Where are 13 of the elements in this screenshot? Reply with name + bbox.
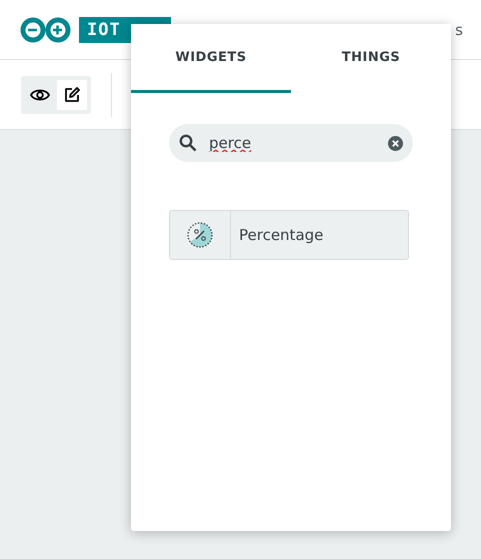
search-icon [179,134,197,152]
nav-link[interactable]: s [455,20,463,38]
eye-icon [30,88,50,102]
edit-icon [64,86,80,102]
tab[interactable]: WIDGETS [131,24,291,93]
edit-mode-button[interactable] [57,80,87,110]
search-input[interactable]: perce [207,133,378,153]
logo-icon [20,16,71,42]
percentage-gauge-icon [186,221,214,249]
clear-icon[interactable] [388,136,403,150]
tab[interactable]: THINGS [291,24,451,93]
search-field[interactable]: perce [169,124,413,162]
widget-item[interactable]: Percentage [169,210,409,260]
